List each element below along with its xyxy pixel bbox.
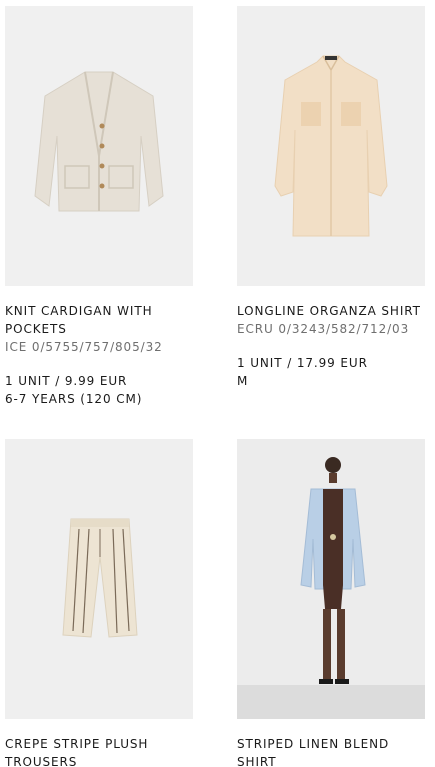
product-quantity-price: 1 UNIT / 17.99 EUR xyxy=(237,356,368,370)
product-card: LONGLINE ORGANZA SHIRT ECRU 0/3243/582/7… xyxy=(237,6,425,390)
product-size: 6-7 YEARS (120 CM) xyxy=(5,392,143,406)
product-image[interactable] xyxy=(237,439,425,719)
product-name[interactable]: KNIT CARDIGAN WITH POCKETS xyxy=(5,302,193,338)
order-items-grid: KNIT CARDIGAN WITH POCKETS ICE 0/5755/75… xyxy=(0,0,435,767)
product-image[interactable] xyxy=(237,6,425,286)
product-image[interactable] xyxy=(5,439,193,719)
product-card: CREPE STRIPE PLUSH TROUSERS xyxy=(5,439,193,767)
product-name[interactable]: LONGLINE ORGANZA SHIRT xyxy=(237,302,425,320)
product-card: KNIT CARDIGAN WITH POCKETS ICE 0/5755/75… xyxy=(5,6,193,408)
trousers-image-icon xyxy=(5,439,193,719)
product-card: STRIPED LINEN BLEND SHIRT xyxy=(237,439,425,767)
product-image[interactable] xyxy=(5,6,193,286)
model-shirt-image-icon xyxy=(237,439,425,719)
product-quantity-price: 1 UNIT / 9.99 EUR xyxy=(5,374,128,388)
product-reference: ECRU 0/3243/582/712/03 xyxy=(237,322,410,336)
shirt-image-icon xyxy=(237,6,425,286)
product-name[interactable]: CREPE STRIPE PLUSH TROUSERS xyxy=(5,735,193,767)
product-name[interactable]: STRIPED LINEN BLEND SHIRT xyxy=(237,735,425,767)
product-reference: ICE 0/5755/757/805/32 xyxy=(5,340,163,354)
cardigan-image-icon xyxy=(5,6,193,286)
product-size: M xyxy=(237,374,249,388)
